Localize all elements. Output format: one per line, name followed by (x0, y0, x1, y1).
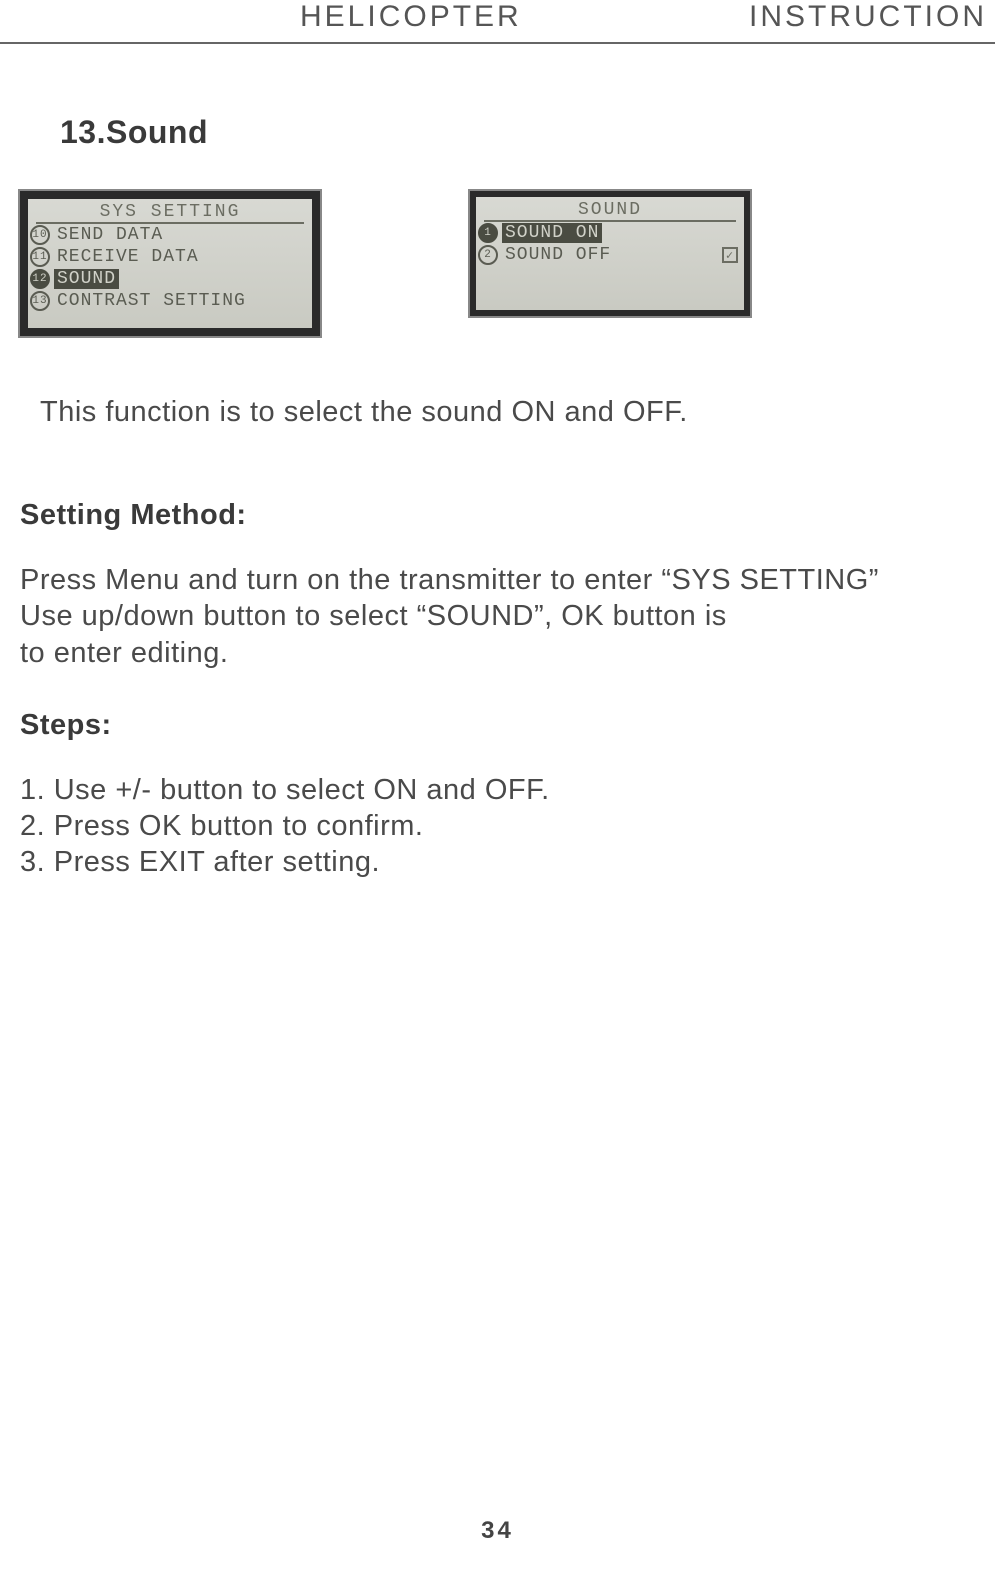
lcd1-row-sound: 12 SOUND (28, 268, 312, 290)
page-content: 13.Sound SYS SETTING 10 SEND DATA 11 REC… (0, 114, 995, 881)
checkbox-icon: ✓ (722, 247, 738, 263)
lcd1-row-send-data: 10 SEND DATA (28, 224, 312, 246)
lcd1-row-contrast: 13 CONTRAST SETTING (28, 290, 312, 312)
function-description: This function is to select the sound ON … (40, 396, 975, 429)
lcd2-title-wrap: SOUND (476, 197, 744, 222)
lcd2-text-sound-on: SOUND ON (502, 223, 602, 243)
lcd2-num-2: 2 (478, 245, 498, 265)
lcd2-text-sound-off: SOUND OFF (502, 245, 614, 265)
section-title: 13.Sound (60, 114, 975, 151)
lcd2-title: SOUND (476, 197, 744, 220)
setting-method-body: Press Menu and turn on the transmitter t… (20, 562, 975, 671)
steps-list: 1. Use +/- button to select ON and OFF. … (20, 772, 975, 881)
step-1: 1. Use +/- button to select ON and OFF. (20, 772, 975, 808)
lcd-screen-sound: SOUND 1 SOUND ON 2 SOUND OFF ✓ (470, 191, 750, 316)
lcd2-row-sound-off: 2 SOUND OFF ✓ (476, 244, 744, 266)
lcd1-underline (36, 222, 304, 224)
step-3: 3. Press EXIT after setting. (20, 844, 975, 880)
lcd2-num-1: 1 (478, 223, 498, 243)
lcd2-row-sound-on: 1 SOUND ON (476, 222, 744, 244)
setting-method-line2: Use up/down button to select “SOUND”, OK… (20, 598, 975, 634)
page-header: HELICOPTER INSTRUCTION (0, 0, 995, 44)
page-number: 34 (0, 1517, 995, 1545)
lcd1-text-sound: SOUND (54, 269, 119, 289)
lcd1-text-send-data: SEND DATA (54, 225, 166, 245)
lcd-screens-row: SYS SETTING 10 SEND DATA 11 RECEIVE DATA… (20, 191, 975, 336)
lcd1-text-contrast: CONTRAST SETTING (54, 291, 249, 311)
lcd1-title-wrap: SYS SETTING (28, 199, 312, 224)
lcd1-row-receive-data: 11 RECEIVE DATA (28, 246, 312, 268)
lcd1-text-receive-data: RECEIVE DATA (54, 247, 202, 267)
lcd1-title: SYS SETTING (28, 199, 312, 222)
lcd1-num-12: 12 (30, 269, 50, 289)
setting-method-line1: Press Menu and turn on the transmitter t… (20, 562, 975, 598)
header-left: HELICOPTER (300, 0, 522, 34)
setting-method-heading: Setting Method: (20, 499, 975, 532)
lcd1-num-11: 11 (30, 247, 50, 267)
header-right: INSTRUCTION (749, 0, 987, 34)
steps-heading: Steps: (20, 709, 975, 742)
lcd1-num-13: 13 (30, 291, 50, 311)
setting-method-line3: to enter editing. (20, 635, 975, 671)
lcd1-num-10: 10 (30, 225, 50, 245)
step-2: 2. Press OK button to confirm. (20, 808, 975, 844)
lcd-screen-sys-setting: SYS SETTING 10 SEND DATA 11 RECEIVE DATA… (20, 191, 320, 336)
